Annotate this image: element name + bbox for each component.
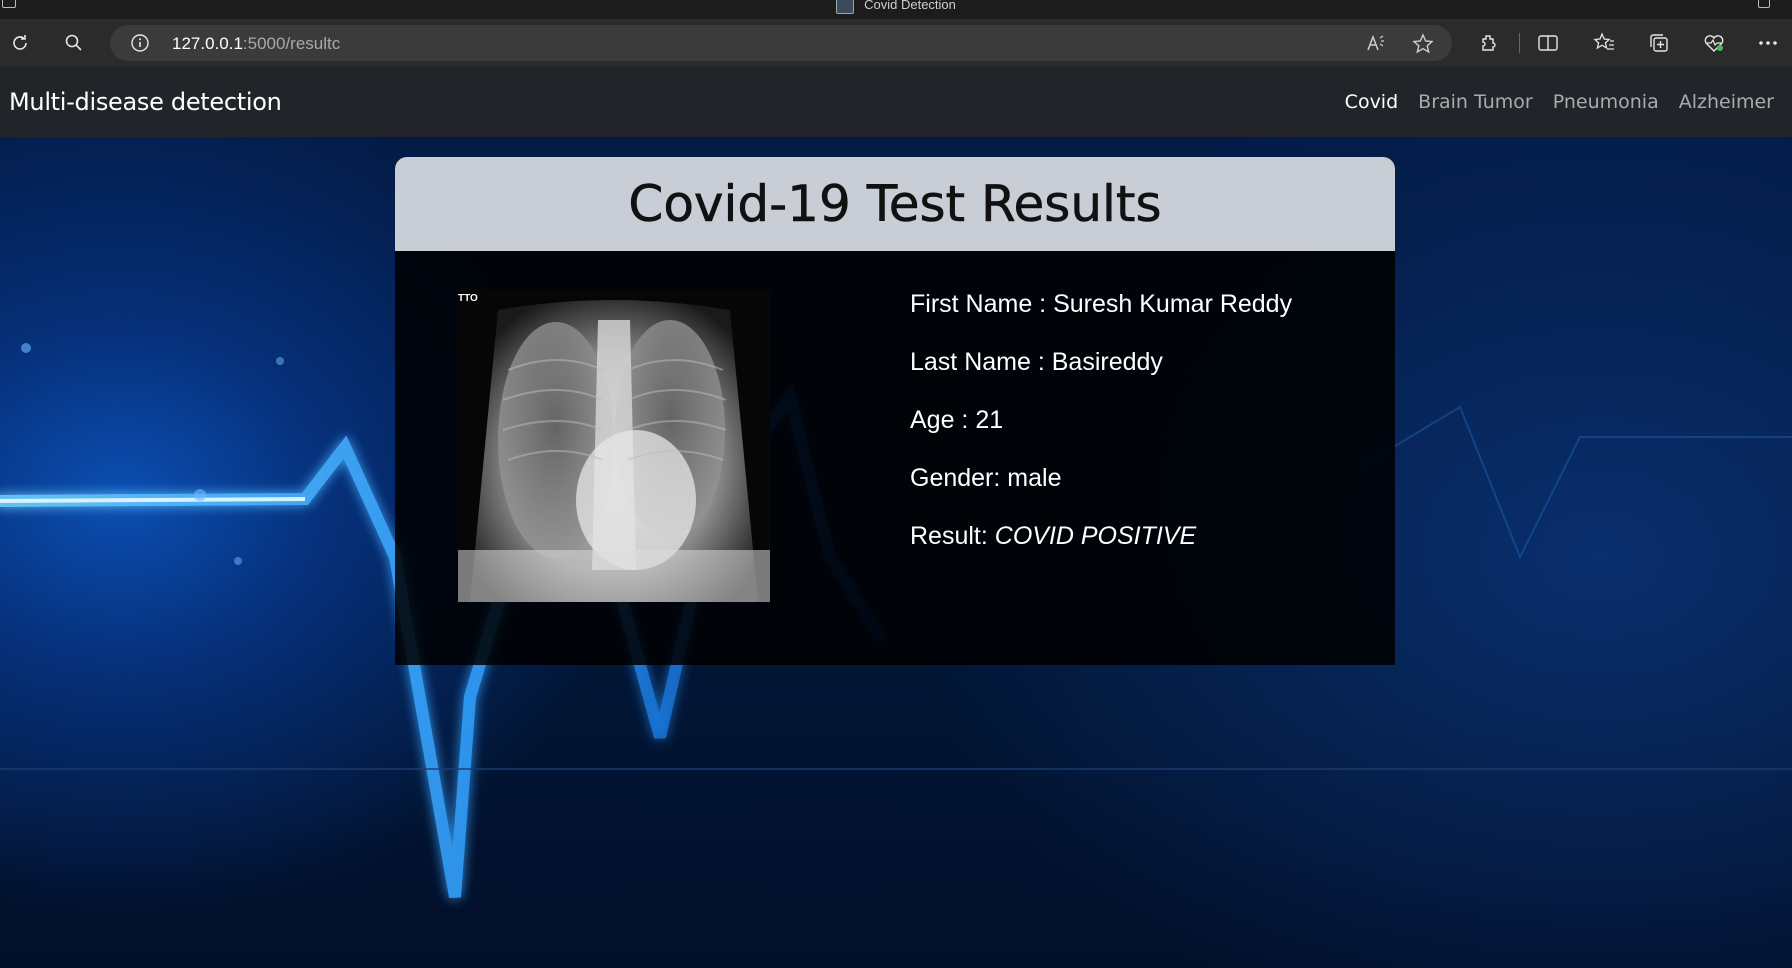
first-name-label: First Name : — [910, 290, 1054, 318]
gender-row: Gender: male — [910, 465, 1292, 491]
browser-essentials-icon[interactable] — [1702, 31, 1726, 55]
results-card: Covid-19 Test Results TTO First Name: S… — [395, 157, 1395, 665]
nav-link-pneumonia[interactable]: Pneumonia — [1553, 91, 1659, 113]
url-text[interactable]: 127.0.0.1:5000/resultc — [172, 34, 340, 54]
last-name-value: Basireddy — [1051, 348, 1163, 376]
url-path: :5000/resultc — [242, 34, 341, 53]
more-menu-icon[interactable] — [1756, 31, 1780, 55]
nav-link-alzheimer[interactable]: Alzheimer — [1679, 91, 1774, 113]
result-row: Result: COVID POSITIVE — [910, 523, 1292, 549]
tab-favicon-icon — [836, 0, 855, 14]
split-screen-icon[interactable] — [1536, 31, 1560, 55]
last-name-row: Last Name : Basireddy — [910, 349, 1292, 375]
search-icon[interactable] — [62, 31, 86, 55]
result-value: COVID POSITIVE — [994, 522, 1197, 550]
toolbar-divider — [1519, 33, 1520, 53]
extensions-icon[interactable] — [1477, 31, 1501, 55]
browser-tab[interactable]: Covid Detection — [0, 0, 1792, 14]
gender-label: Gender: — [910, 464, 1008, 492]
gender-value: male — [1007, 464, 1062, 492]
first-name-value: Suresh Kumar Reddy — [1053, 290, 1293, 318]
window-restore-icon[interactable] — [1758, 0, 1770, 8]
address-bar[interactable]: 127.0.0.1:5000/resultc — [110, 25, 1452, 61]
browser-toolbar: 127.0.0.1:5000/resultc — [0, 19, 1792, 67]
xray-marker-text: TTO — [458, 293, 478, 304]
site-navbar: Multi-disease detection Covid Brain Tumo… — [0, 67, 1792, 137]
first-name-row: First Name : Suresh Kumar Reddy — [910, 291, 1292, 317]
age-value: 21 — [975, 406, 1004, 434]
page-title: Covid-19 Test Results — [628, 175, 1162, 234]
tab-title: Covid Detection — [864, 0, 956, 12]
chest-xray-graphic — [458, 290, 770, 602]
patient-info: First Name : Suresh Kumar Reddy Last Nam… — [910, 291, 1292, 581]
card-header: Covid-19 Test Results — [395, 157, 1395, 251]
browser-titlebar: Covid Detection — [0, 0, 1792, 19]
result-label: Result: — [910, 522, 995, 550]
last-name-label: Last Name : — [910, 348, 1052, 376]
read-aloud-icon[interactable] — [1366, 33, 1388, 58]
nav-links: Covid Brain Tumor Pneumonia Alzheimer — [1345, 91, 1774, 113]
favorite-star-icon[interactable] — [1412, 33, 1434, 60]
nav-link-brain-tumor[interactable]: Brain Tumor — [1418, 91, 1533, 113]
nav-link-covid[interactable]: Covid — [1345, 91, 1398, 113]
age-label: Age : — [910, 406, 976, 434]
refresh-icon[interactable] — [8, 31, 32, 55]
xray-image: TTO — [458, 290, 770, 602]
site-info-icon[interactable] — [130, 33, 150, 58]
age-row: Age : 21 — [910, 407, 1292, 433]
collections-icon[interactable] — [1647, 31, 1671, 55]
url-host: 127.0.0.1 — [172, 34, 243, 53]
site-brand[interactable]: Multi-disease detection — [9, 88, 282, 116]
favorites-icon[interactable] — [1592, 31, 1616, 55]
